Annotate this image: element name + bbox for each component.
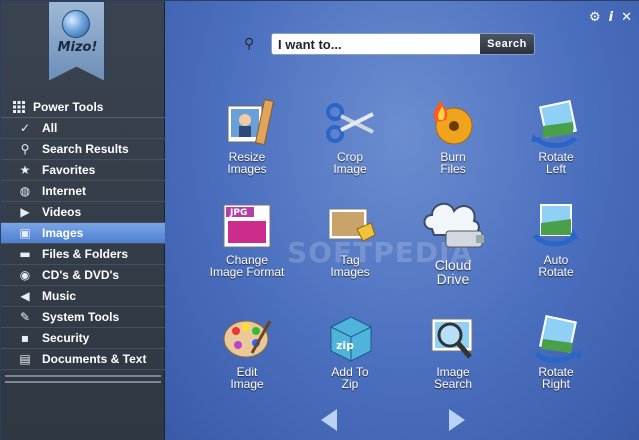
speaker-icon: ◀ (20, 289, 30, 303)
sidebar-item-security[interactable]: ▪ Security (1, 328, 165, 349)
sidebar-item-label: Favorites (42, 163, 96, 177)
sidebar-item-music[interactable]: ◀ Music (1, 286, 165, 307)
sidebar-item-all[interactable]: ✓ All (1, 118, 165, 139)
video-camera-icon: ▶ (20, 205, 30, 219)
wrench-icon: ✎ (19, 310, 31, 324)
info-icon[interactable]: i (609, 10, 613, 25)
tool-label: Tag Images (330, 253, 370, 279)
tool-edit-image[interactable]: Edit Image (197, 313, 297, 390)
sidebar-item-label: CD's & DVD's (42, 268, 120, 282)
sidebar-divider (5, 375, 161, 377)
sidebar-item-internet[interactable]: ◍ Internet (1, 181, 165, 202)
tool-label: Rotate Right (538, 365, 574, 391)
tool-label: Cloud Drive (434, 257, 472, 287)
tool-label: Edit Image (230, 365, 264, 391)
sidebar-nav: Power Tools ✓ All ⚲ Search Results ★ Favorite… (1, 96, 165, 370)
sidebar-item-files-folders[interactable]: ▬ Files & Folders (1, 244, 165, 265)
jpg-format-icon: JPG (220, 201, 274, 251)
tool-image-search[interactable]: Image Search (403, 313, 503, 390)
tool-label: Add To Zip (331, 365, 369, 391)
tool-resize-images[interactable]: Resize Images (197, 98, 297, 175)
sidebar-item-search-results[interactable]: ⚲ Search Results (1, 139, 165, 160)
main-panel: ⚙ i ✕ ⚲ Search SOFTPEDIA Resize ImagesCr… (165, 1, 639, 440)
star-icon: ★ (19, 163, 31, 177)
globe-icon: ◍ (19, 184, 31, 198)
sidebar-item-system-tools[interactable]: ✎ System Tools (1, 307, 165, 328)
cloud-drive-icon (420, 195, 486, 255)
sidebar-item-label: Files & Folders (42, 247, 129, 261)
search-box: Search (271, 33, 535, 55)
image-icon: ▣ (19, 226, 31, 240)
window-controls: ⚙ i ✕ (589, 10, 632, 25)
sidebar-header-power-tools[interactable]: Power Tools (1, 96, 165, 118)
tool-label: Image Search (433, 365, 473, 391)
disc-icon: ◉ (19, 268, 31, 282)
sidebar-item-label: Documents & Text (42, 352, 147, 366)
svg-text:JPG: JPG (229, 208, 247, 218)
tool-label: Burn Files (440, 150, 466, 176)
tool-change-image-format[interactable]: JPG Change Image Format (197, 201, 297, 278)
paint-palette-icon (220, 313, 274, 363)
tool-burn-files[interactable]: Burn Files (403, 98, 503, 175)
search-button[interactable]: Search (480, 34, 534, 54)
search-icon: ⚲ (244, 36, 255, 52)
sidebar-item-label: Music (42, 289, 77, 303)
magnifier-image-icon (426, 313, 480, 363)
resize-images-icon (220, 98, 275, 148)
folder-icon: ▬ (19, 247, 31, 261)
grid-icon (11, 100, 27, 114)
rotate-right-icon (529, 313, 583, 363)
logo: Mizo! (48, 1, 105, 81)
sidebar: Mizo! Power Tools ✓ All ⚲ Search Results ★ Fa… (1, 1, 165, 440)
tag-image-icon (323, 201, 377, 251)
tool-add-to-zip[interactable]: zip Add To Zip (300, 313, 400, 390)
sidebar-divider (5, 381, 161, 383)
gear-icon[interactable]: ⚙ (589, 10, 601, 25)
sidebar-item-label: All (42, 121, 58, 135)
zip-box-icon: zip (323, 313, 377, 363)
tool-label: Rotate Left (538, 150, 574, 176)
rotate-left-icon (529, 98, 583, 148)
search-icon: ⚲ (20, 142, 30, 156)
close-icon[interactable]: ✕ (621, 10, 632, 25)
sidebar-item-videos[interactable]: ▶ Videos (1, 202, 165, 223)
sidebar-item-documents-text[interactable]: ▤ Documents & Text (1, 349, 165, 370)
arrow-left-icon[interactable] (321, 409, 337, 431)
sidebar-item-cd-s-dvd-s[interactable]: ◉ CD's & DVD's (1, 265, 165, 286)
sidebar-item-label: Images (42, 226, 84, 240)
sidebar-item-label: Internet (42, 184, 87, 198)
check-icon: ✓ (19, 121, 31, 135)
tool-label: Auto Rotate (538, 253, 574, 279)
sidebar-item-favorites[interactable]: ★ Favorites (1, 160, 165, 181)
tool-rotate-right[interactable]: Rotate Right (506, 313, 606, 390)
auto-rotate-icon (529, 201, 583, 251)
svg-text:zip: zip (336, 339, 354, 352)
arrow-right-icon[interactable] (449, 409, 465, 431)
sidebar-item-label: Videos (42, 205, 82, 219)
tool-label: Resize Images (227, 150, 267, 176)
tool-label: Crop Image (333, 150, 367, 176)
document-icon: ▤ (19, 352, 31, 366)
tool-rotate-left[interactable]: Rotate Left (506, 98, 606, 175)
tool-crop-image[interactable]: Crop Image (300, 98, 400, 175)
app-window: Mizo! Power Tools ✓ All ⚲ Search Results ★ Fa… (0, 0, 639, 440)
logo-text: Mizo! (57, 40, 98, 55)
sidebar-header-label: Power Tools (33, 99, 104, 114)
globe-logo-icon (62, 10, 90, 38)
sidebar-item-label: Search Results (42, 142, 129, 156)
scissors-icon (323, 98, 377, 148)
tool-tag-images[interactable]: Tag Images (300, 201, 400, 278)
tool-auto-rotate[interactable]: Auto Rotate (506, 201, 606, 278)
tool-cloud-drive[interactable]: Cloud Drive (403, 195, 503, 286)
search-input[interactable] (272, 34, 480, 54)
sidebar-item-label: System Tools (42, 310, 120, 324)
sidebar-item-label: Security (42, 331, 90, 345)
lock-icon: ▪ (20, 331, 30, 345)
burn-disc-icon (426, 98, 480, 148)
sidebar-item-images[interactable]: ▣ Images (1, 223, 165, 244)
tool-label: Change Image Format (209, 253, 285, 279)
